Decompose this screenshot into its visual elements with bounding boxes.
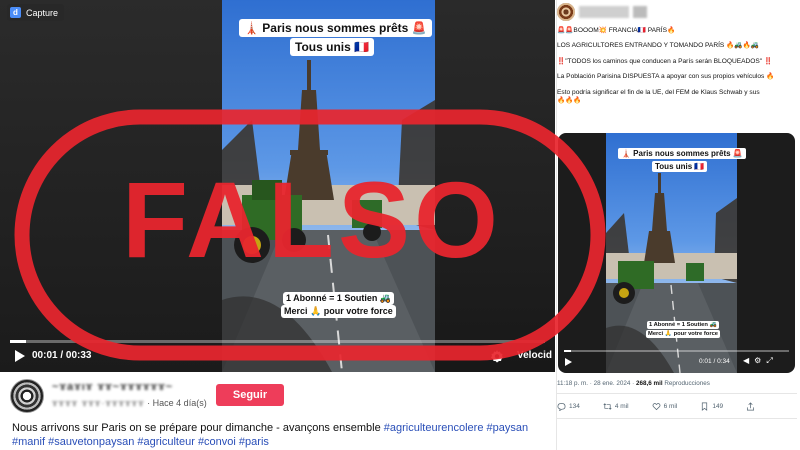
embedded-player-icons: ◀⚙⤢ [743,356,778,366]
video-controls: 00:01 / 00:33 Velocid [0,340,555,372]
follow-button[interactable]: Seguir [216,384,284,406]
bookmark-button[interactable]: 149 [700,402,723,411]
tweet-line: ‼️"TODOS los caminos que conducen a Parí… [557,57,773,65]
like-button[interactable]: 6 mil [652,402,678,411]
tweet-handle-blurred [633,6,647,18]
playback-speed-label[interactable]: Velocid [517,350,552,361]
author-handle[interactable]: ɤɤɤɤ ɤɤɤ·ɤɤɤɤɤɤ [52,398,145,408]
video-progress-bar[interactable] [10,340,545,343]
hashtag-link[interactable]: #paris [239,436,269,448]
video-caption-title: 🗼 Paris nous sommes prêts 🚨 [239,19,432,37]
capture-label: Capture [26,7,59,18]
share-icon [747,401,755,410]
hashtag-link[interactable]: #paysan [487,422,529,434]
divider [557,393,797,394]
hashtag-link[interactable]: #convoi [198,436,236,448]
tweet-line: La Población Parisina DISPUESTA a apoyar… [557,73,775,81]
tweet-line: 🚨🚨BOOOM💥 FRANCIA🇫🇷 PARÍS🔥 [557,27,676,34]
embedded-video-time: 0:01 / 0:34 [699,358,730,365]
video-blur-right [435,0,555,372]
post-description: Nous arrivons sur Paris on se prépare po… [12,421,552,449]
divider [557,418,797,419]
video-caption-subtitle: Tous unis 🇫🇷 [290,38,375,56]
volume-icon[interactable]: ◀ [743,356,754,365]
hashtag-link[interactable]: #agriculteurencolere [384,422,484,434]
capture-logo-icon: d [10,7,21,18]
embedded-progress-bar[interactable] [564,350,789,352]
author-avatar[interactable] [10,379,44,413]
tweet-views-count: 268,6 mil [636,380,663,387]
author-name[interactable]: ~ɤaɤıɤ ɤɤ~ɤɤɤɤɤɤ~ [52,381,173,393]
fullscreen-icon[interactable]: ⤢ [766,356,777,365]
tweet-card: 🚨🚨BOOOM💥 FRANCIA🇫🇷 PARÍS🔥 LOS AGRICULTOR… [556,0,800,450]
like-count: 6 mil [663,402,678,410]
tweet-timestamp[interactable]: 11:18 p. m. · 28 ene. 2024 · [557,380,636,387]
reply-count: 134 [569,402,580,410]
hashtag-link[interactable]: #manif [12,436,45,448]
settings-gear-icon[interactable] [490,349,504,363]
embedded-progress-fill [564,350,571,352]
hashtag-link[interactable]: #sauvetonpaysan [48,436,134,448]
embedded-caption-title: 🗼 Paris nous sommes prêts 🚨 [618,148,746,159]
heart-icon [652,402,660,410]
tweet-actions: 134 4 mil 6 mil 149 [557,399,797,413]
tweet-text: 🚨🚨BOOOM💥 FRANCIA🇫🇷 PARÍS🔥 LOS AGRICULTOR… [557,27,795,112]
tweet-author-blurred[interactable] [579,6,629,18]
post-text: Nous arrivons sur Paris on se prépare po… [12,422,381,434]
embedded-play-icon[interactable] [565,358,572,366]
capture-badge[interactable]: d Capture [7,4,65,21]
bookmark-icon [702,402,708,411]
hashtag-link[interactable]: #agriculteur [137,436,194,448]
embedded-caption-subtitle: Tous unis 🇫🇷 [652,161,708,172]
tweet-line-text: Esto podría significar el fin de la UE, … [557,88,760,96]
tweet-line: LOS AGRICULTORES ENTRANDO Y TOMANDO PARÍ… [557,42,759,50]
bookmark-count: 149 [712,402,724,410]
retweet-button[interactable]: 4 mil [603,402,629,411]
video-blur-left [0,0,222,372]
retweet-icon [603,402,612,410]
embedded-caption-thanks: Merci 🙏 pour votre force [646,330,721,338]
tweet-line: Esto podría significar el fin de la UE, … [557,89,795,106]
retweet-count: 4 mil [614,402,629,410]
tweet-embedded-video[interactable]: 🗼 Paris nous sommes prêts 🚨 Tous unis 🇫🇷… [558,133,795,373]
video-caption-subscribe: 1 Abonné = 1 Soutien 🚜 [283,292,395,305]
reply-button[interactable]: 134 [557,402,580,411]
video-progress-fill [10,340,27,343]
author-meta: ɤɤɤɤ ɤɤɤ·ɤɤɤɤɤɤ · Hace 4 día(s) [52,398,207,408]
settings-icon[interactable]: ⚙ [754,356,766,365]
tweet-views-label: Reproducciones [662,380,710,387]
tweet-line-tail: 🔥🔥🔥 [557,97,582,105]
embedded-caption-subscribe: 1 Abonné = 1 Soutien 🚜 [647,321,719,329]
tweet-avatar[interactable] [557,3,575,21]
video-time: 00:01 / 00:33 [32,350,92,361]
video-caption-thanks: Merci 🙏 pour votre force [281,305,396,318]
play-icon[interactable] [14,349,26,363]
video-player[interactable]: d Capture 🗼 Paris nous sommes prêts 🚨 To… [0,0,555,372]
post-author-row: ~ɤaɤıɤ ɤɤ~ɤɤɤɤɤɤ~ ɤɤɤɤ ɤɤɤ·ɤɤɤɤɤɤ · Hace… [10,379,550,415]
reply-icon [557,402,566,411]
post-age: · Hace 4 día(s) [147,398,207,408]
tweet-meta: 11:18 p. m. · 28 ene. 2024 · 268,6 mil R… [557,380,710,387]
share-button[interactable] [746,401,755,411]
